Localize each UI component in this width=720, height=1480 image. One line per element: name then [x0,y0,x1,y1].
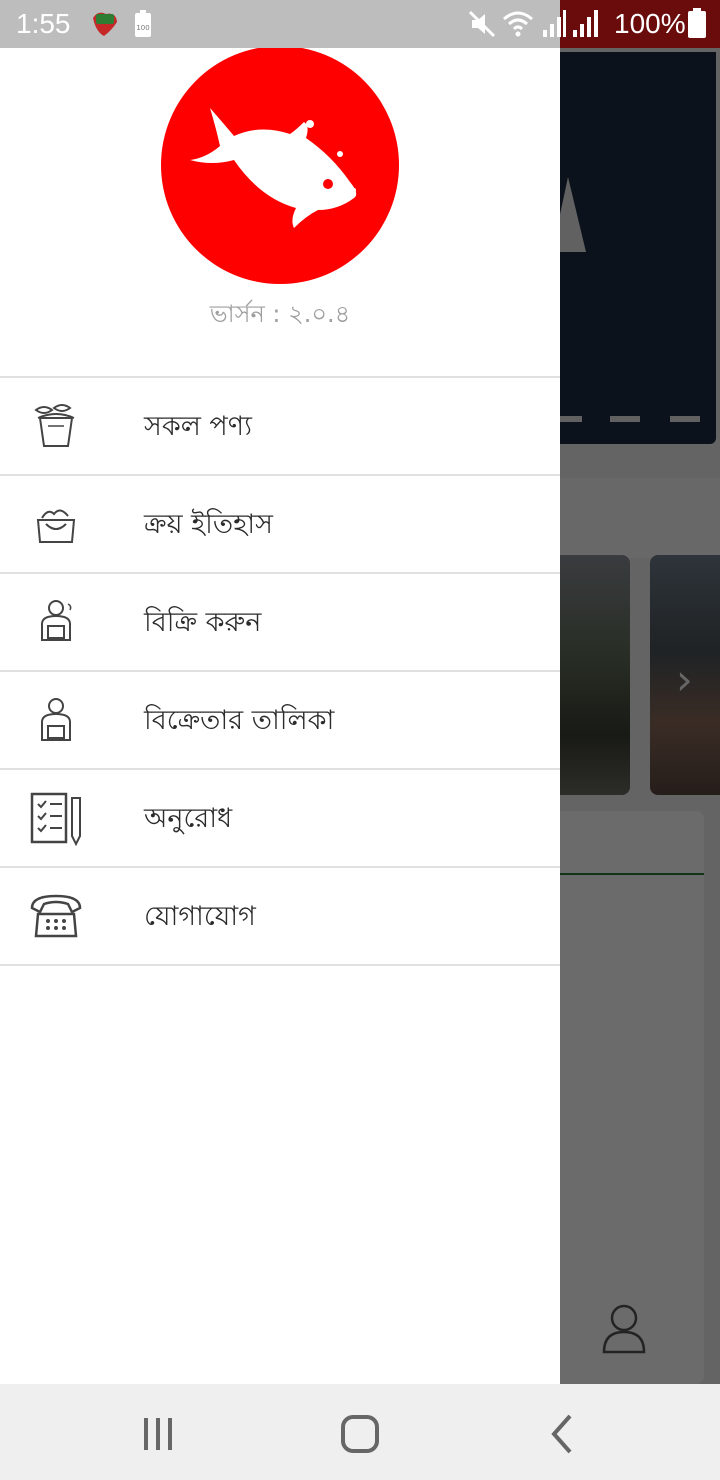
wifi-icon [503,11,533,37]
menu-item-sell[interactable]: বিক্রি করুন [0,574,560,670]
menu-item-label: বিক্রেতার তালিকা [144,705,335,736]
menu-item-contact[interactable]: যোগাযোগ [0,868,560,964]
menu-item-purchase-history[interactable]: ক্রয় ইতিহাস [0,476,560,572]
menu-item-label: যোগাযোগ [144,901,256,932]
menu-item-label: বিক্রি করুন [144,607,262,638]
fish-logo-icon [161,48,399,284]
status-bar: 1:55 100 100% [0,0,720,48]
fish-bucket-icon [34,404,75,447]
battery-icon [688,8,706,38]
request-checklist-icon [30,792,81,846]
app-version: ভার্সন : ২.০.৪ [209,300,351,328]
seller-list-icon [41,698,71,741]
battery-saver-icon: 100 [135,10,151,37]
notification-app-icon [93,12,117,36]
menu-item-all-products[interactable]: সকল পণ্য [0,378,560,474]
back-icon[interactable] [540,1412,584,1456]
fish-seller-icon [41,600,72,641]
menu-item-seller-list[interactable]: বিক্রেতার তালিকা [0,672,560,768]
battery-percent: 100% [614,8,686,39]
svg-text:100: 100 [136,24,149,32]
signal-icon [543,10,566,37]
menu-divider [0,964,560,966]
menu-item-label: অনুরোধ [144,803,233,834]
navigation-drawer: ভার্সন : ২.০.৪ সকল পণ্য ক্রয় ইতিহাস বিক… [0,48,560,1384]
recent-apps-icon[interactable] [136,1412,180,1456]
status-time: 1:55 [16,8,71,39]
menu-item-label: ক্রয় ইতিহাস [144,509,273,540]
mute-icon [468,10,496,38]
menu-item-label: সকল পণ্য [144,411,252,442]
shopping-basket-icon [36,509,76,543]
home-icon[interactable] [338,1412,382,1456]
signal-icon-2 [573,10,598,37]
system-nav-bar [0,1384,720,1480]
app-screen: › 1:55 100 [0,0,720,1480]
menu-item-request[interactable]: অনুরোধ [0,770,560,866]
telephone-icon [30,894,82,938]
